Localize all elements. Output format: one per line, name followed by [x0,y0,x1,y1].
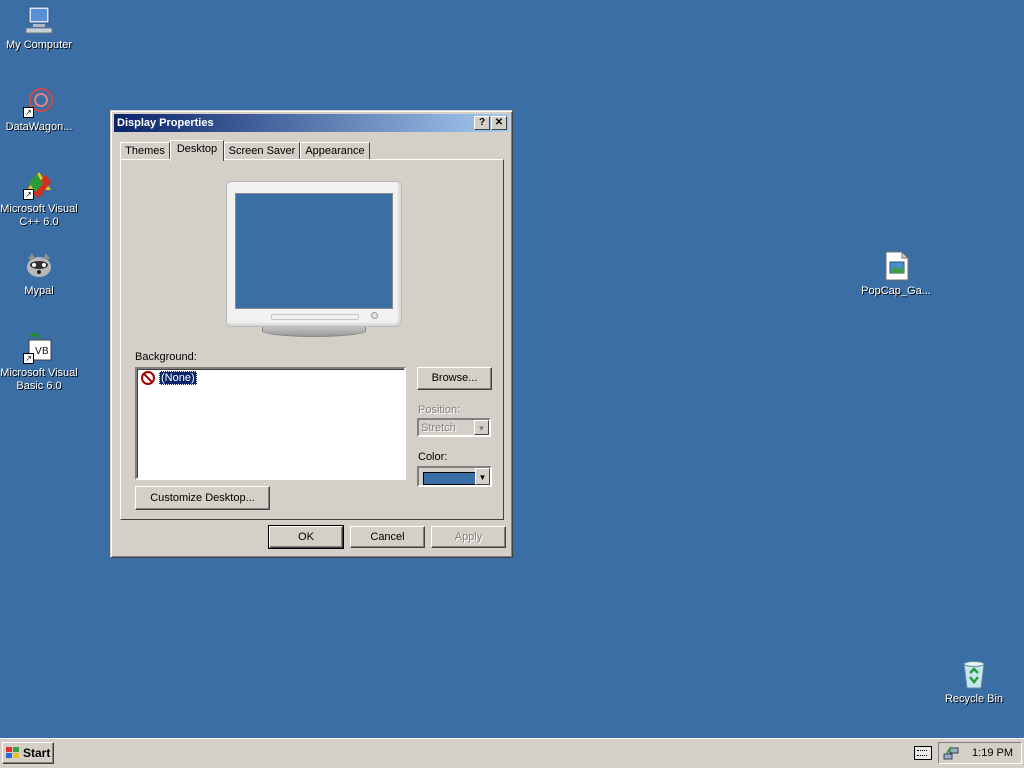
apply-button[interactable]: Apply [431,526,506,548]
shortcut-arrow-icon: ↗ [23,189,34,200]
chevron-down-icon: ▼ [475,468,490,485]
visual-basic-icon: VB ↗ [23,332,55,364]
tab-desktop[interactable]: Desktop [170,140,224,161]
system-tray: 1:19 PM [938,742,1022,764]
position-label: Position: [418,404,461,416]
tab-screen-saver[interactable]: Screen Saver [224,142,300,160]
chevron-down-icon: ▼ [474,420,489,435]
windows-logo-icon [6,747,20,759]
color-picker[interactable]: ▼ [417,466,492,487]
start-button[interactable]: Start [2,742,54,764]
desktop-icon-label: Microsoft Visual C++ 6.0 [0,203,78,228]
desktop-icon-datawagon[interactable]: ↗ DataWagon... [0,86,79,134]
start-label: Start [23,746,51,760]
taskbar: Start 1:19 PM [0,738,1024,768]
desktop-icon-visual-basic[interactable]: VB ↗ Microsoft Visual Basic 6.0 [0,332,79,393]
my-computer-icon [23,4,55,36]
none-icon [141,371,155,385]
visual-cpp-icon: ↗ [23,168,55,200]
svg-text:VB: VB [35,346,49,357]
position-select[interactable]: Stretch ▼ [417,418,491,437]
cancel-button[interactable]: Cancel [350,526,425,548]
shortcut-arrow-icon: ↗ [23,353,34,364]
desktop-icon-visual-cpp[interactable]: ↗ Microsoft Visual C++ 6.0 [0,168,79,229]
desktop-icon-label: Recycle Bin [944,693,1004,705]
dialog-title: Display Properties [117,117,214,129]
desktop-icon-label: My Computer [5,39,73,51]
monitor-screen [235,193,393,309]
desktop-tab-panel: Background: (None) Browse... Position: S… [120,159,504,520]
desktop-icon-my-computer[interactable]: My Computer [0,4,79,52]
list-item-label: (None) [159,371,197,385]
close-icon: ✕ [494,117,504,128]
browse-button[interactable]: Browse... [417,367,492,390]
desktop-icon-label: Microsoft Visual Basic 6.0 [0,367,78,392]
ok-button[interactable]: OK [268,525,344,549]
datawagon-icon: ↗ [23,86,55,118]
shortcut-arrow-icon: ↗ [23,107,34,118]
monitor-power-led [371,312,378,319]
desktop-icon-popcap[interactable]: PopCap_Ga... [856,250,936,298]
color-label: Color: [418,451,448,463]
monitor-slot [271,314,359,320]
image-file-icon [880,250,912,282]
customize-desktop-button[interactable]: Customize Desktop... [135,486,270,510]
tab-themes[interactable]: Themes [120,142,170,160]
recycle-bin-icon [958,658,990,690]
tab-appearance[interactable]: Appearance [300,142,370,160]
background-list[interactable]: (None) [135,367,406,480]
network-icon[interactable] [943,745,959,761]
monitor-preview [226,181,402,337]
keyboard-icon[interactable] [914,746,932,760]
desktop-icon-label: DataWagon... [5,121,73,133]
clock[interactable]: 1:19 PM [972,743,1013,763]
mypal-icon [23,250,55,282]
desktop-icon-mypal[interactable]: Mypal [0,250,79,298]
position-value: Stretch [421,422,456,434]
desktop-icon-label: PopCap_Ga... [861,285,931,297]
desktop-icon-label: Mypal [24,285,54,297]
background-label: Background: [135,351,197,363]
close-button[interactable]: ✕ [491,116,507,130]
dialog-titlebar[interactable]: Display Properties ? ✕ [114,114,509,132]
desktop-icon-recycle-bin[interactable]: Recycle Bin [934,658,1014,706]
help-button[interactable]: ? [474,116,490,130]
color-swatch [423,472,479,485]
display-properties-dialog: Display Properties ? ✕ Themes Desktop Sc… [110,110,513,558]
